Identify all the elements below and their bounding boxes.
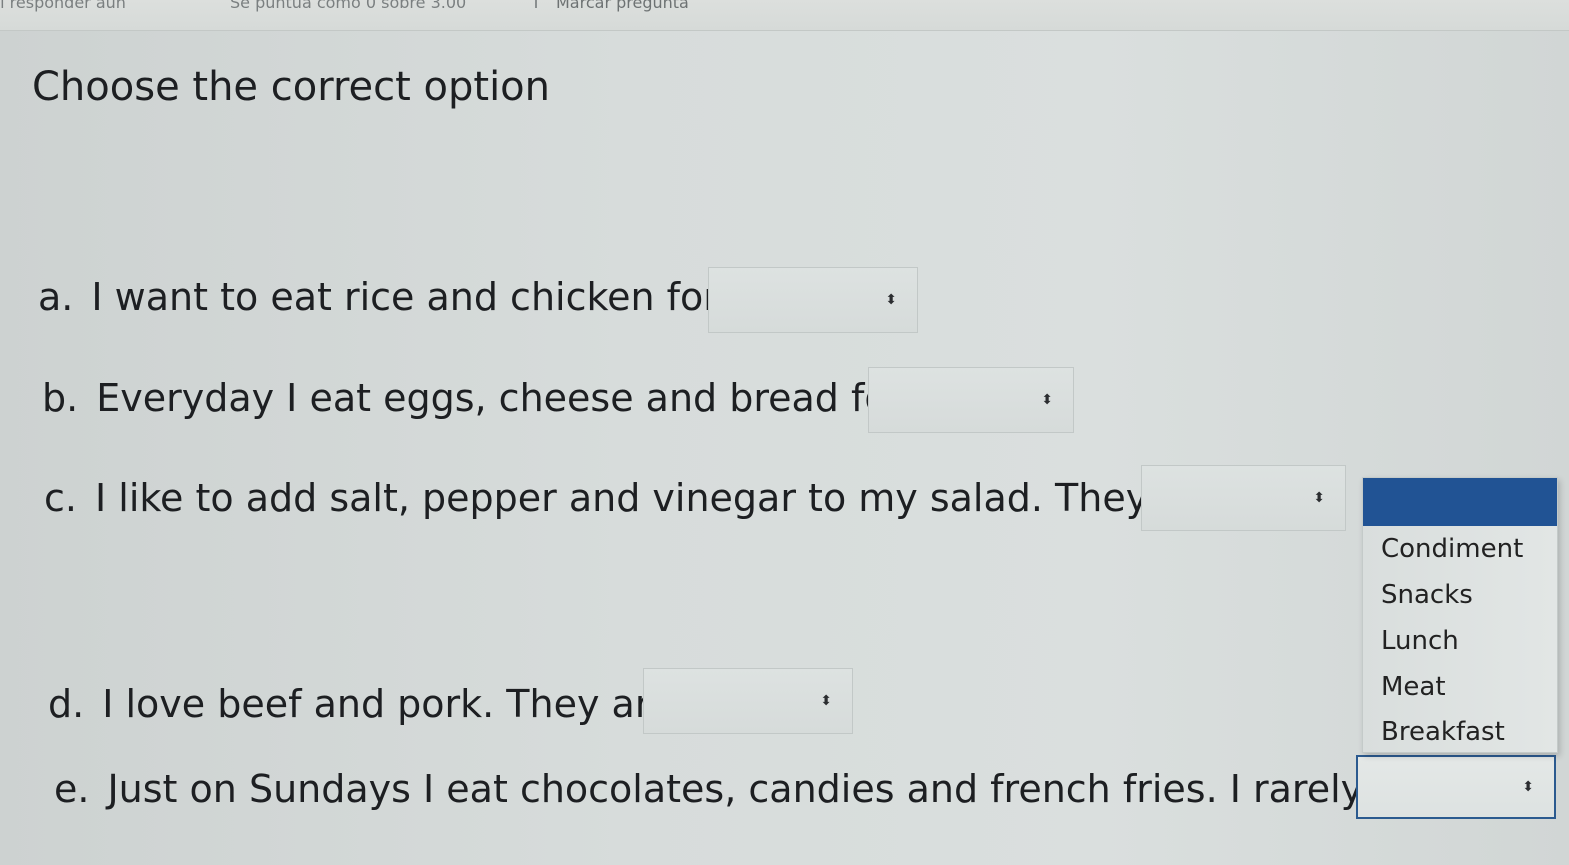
- question-content: [0, 31, 1569, 865]
- dropdown-option-lunch[interactable]: Lunch: [1381, 626, 1459, 656]
- status-text: ni responder aún: [0, 0, 126, 12]
- dropdown-option-snacks[interactable]: Snacks: [1381, 580, 1473, 610]
- quiz-info-bar: ni responder aún Se puntúa como 0 sobre …: [0, 0, 1569, 31]
- question-text: I love beef and pork. They are: [102, 682, 674, 726]
- question-letter: c.: [44, 476, 77, 520]
- answer-select-c[interactable]: ⬍: [1141, 465, 1346, 531]
- dropdown-option-condiment[interactable]: Condiment: [1381, 534, 1523, 564]
- flag-question-link[interactable]: Marcar pregunta: [556, 0, 689, 12]
- question-text: Just on Sundays I eat chocolates, candie…: [107, 767, 1437, 811]
- question-d: d. I love beef and pork. They are: [48, 685, 673, 723]
- question-b: b. Everyday I eat eggs, cheese and bread …: [42, 379, 903, 417]
- answer-select-e[interactable]: ⬍: [1356, 755, 1556, 819]
- select-arrows-icon: ⬍: [1313, 490, 1325, 506]
- question-e: e. Just on Sundays I eat chocolates, cand…: [54, 770, 1437, 808]
- dropdown-option-breakfast[interactable]: Breakfast: [1381, 717, 1505, 747]
- question-title: Choose the correct option: [32, 64, 551, 110]
- flag-icon[interactable]: [535, 0, 547, 8]
- select-arrows-icon: ⬍: [1041, 392, 1053, 408]
- question-c: c. I like to add salt, pepper and vinegar…: [44, 479, 1222, 517]
- question-letter: a.: [38, 275, 74, 319]
- grade-text: Se puntúa como 0 sobre 3.00: [230, 0, 467, 12]
- select-arrows-icon: ⬍: [885, 292, 897, 308]
- dropdown-option-meat[interactable]: Meat: [1381, 672, 1446, 702]
- question-text: Everyday I eat eggs, cheese and bread fo…: [96, 376, 904, 420]
- dropdown-option-blank[interactable]: [1363, 478, 1557, 526]
- question-letter: e.: [54, 767, 90, 811]
- select-arrows-icon: ⬍: [820, 693, 832, 709]
- question-letter: d.: [48, 682, 85, 726]
- answer-select-d[interactable]: ⬍: [643, 668, 853, 734]
- question-text: I like to add salt, pepper and vinegar t…: [94, 476, 1222, 520]
- question-a: a. I want to eat rice and chicken for: [38, 278, 719, 316]
- answer-select-b[interactable]: ⬍: [868, 367, 1074, 433]
- question-letter: b.: [42, 376, 79, 420]
- answer-dropdown-list: Condiment Snacks Lunch Meat Breakfast: [1362, 477, 1558, 753]
- answer-select-a[interactable]: ⬍: [708, 267, 918, 333]
- question-text: I want to eat rice and chicken for: [91, 275, 719, 319]
- select-arrows-icon: ⬍: [1522, 779, 1534, 795]
